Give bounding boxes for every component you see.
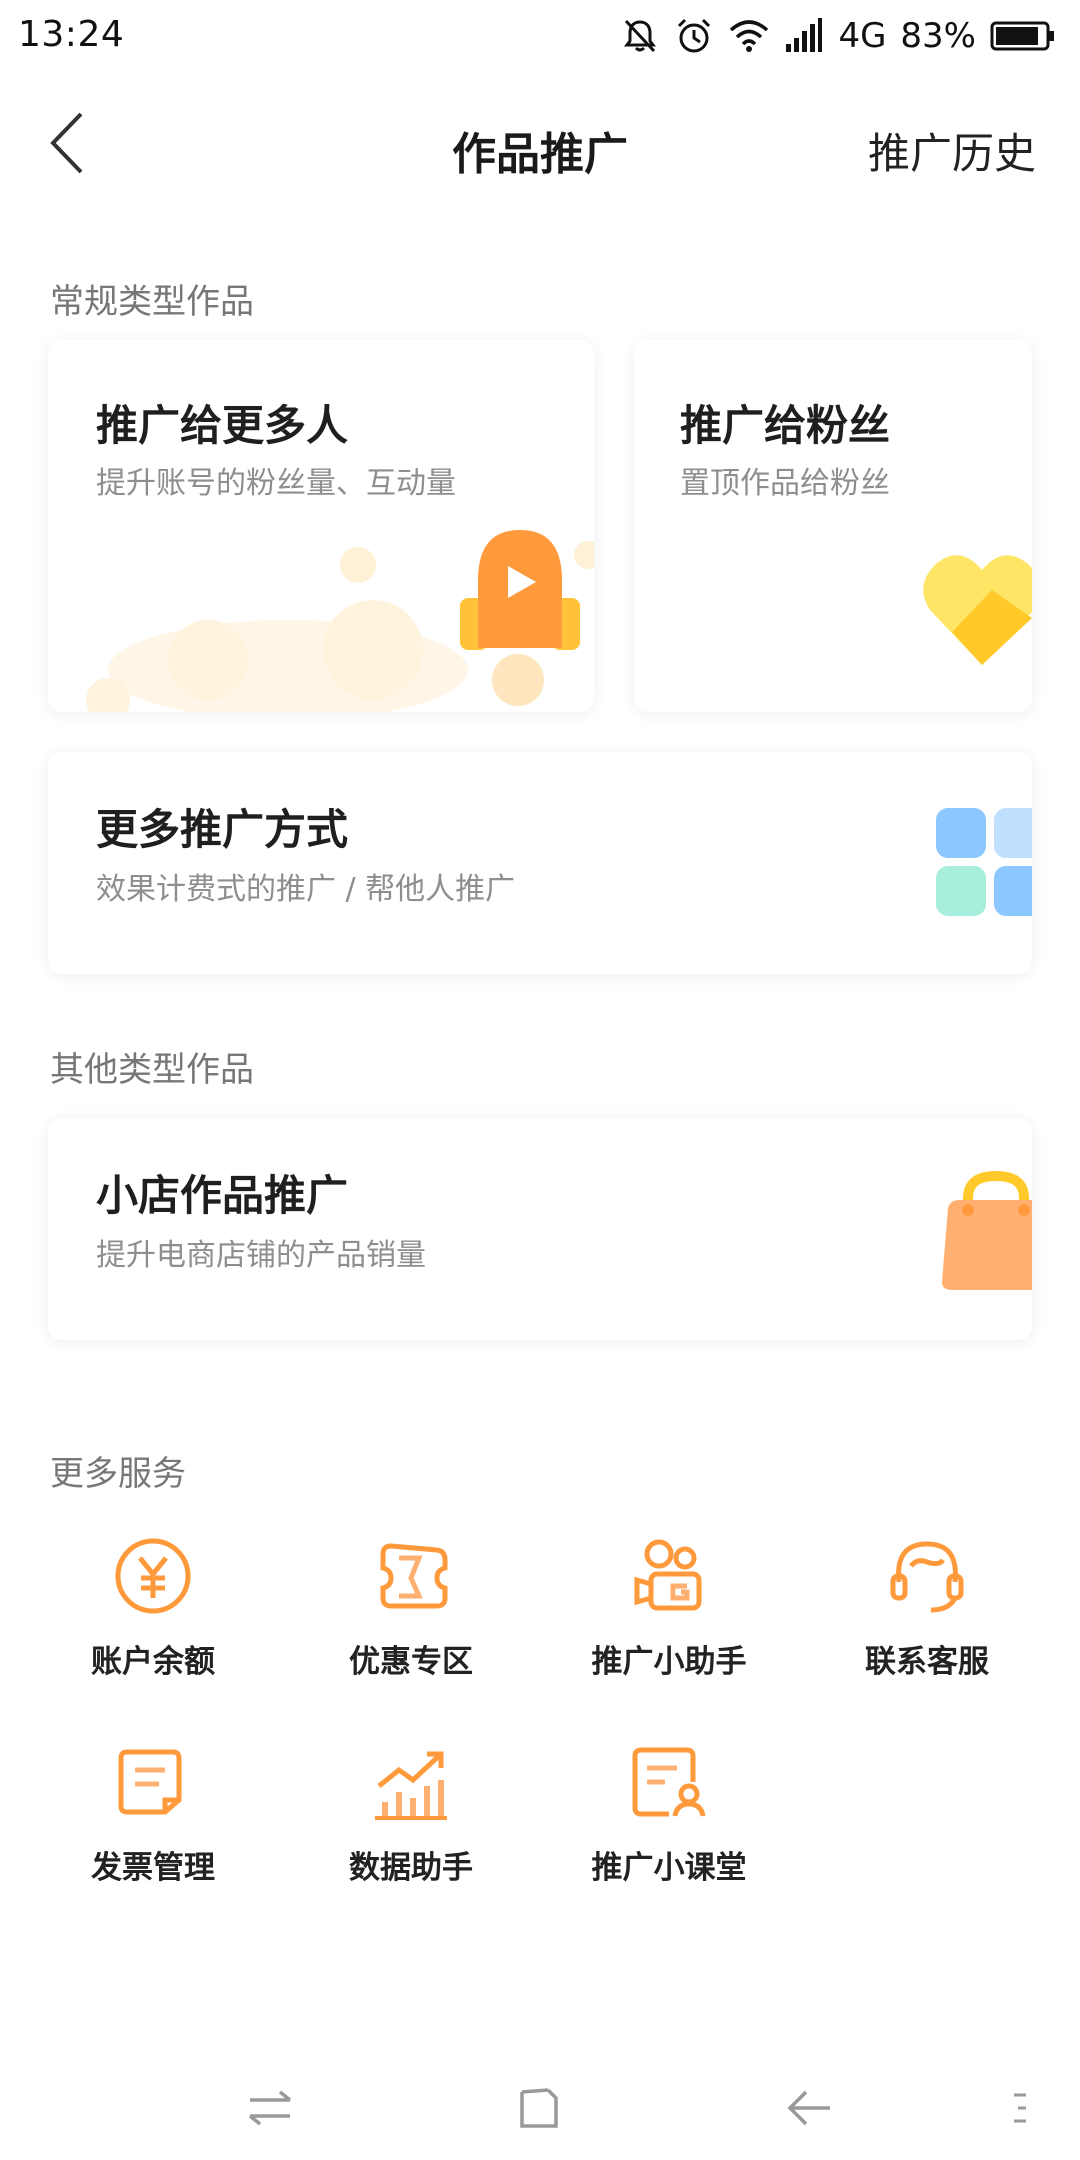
more-promotion-methods-card[interactable]: 更多推广方式 效果计费式的推广 / 帮他人推广 [48, 752, 1032, 974]
service-label: 发票管理 [91, 1850, 215, 1886]
service-label: 联系客服 [865, 1644, 989, 1680]
service-promotion-assistant[interactable]: 推广小助手 [540, 1536, 798, 1696]
promote-to-fans-card[interactable]: 推广给粉丝 置顶作品给粉丝 [634, 340, 1032, 712]
invoice-icon [113, 1742, 193, 1822]
back-arrow-icon [786, 2088, 834, 2132]
rocket-icon [460, 530, 580, 660]
bell-off-icon [620, 16, 660, 56]
switch-arrows-icon [246, 2088, 294, 2132]
service-contact-support[interactable]: 联系客服 [798, 1536, 1056, 1696]
status-bar: 13:24 4G 83% [0, 0, 1080, 72]
section-header-regular: 常规类型作品 [50, 282, 254, 322]
yuan-icon [113, 1536, 193, 1616]
service-label: 推广小助手 [591, 1644, 747, 1680]
card-desc: 提升账号的粉丝量、互动量 [96, 466, 456, 501]
service-label: 优惠专区 [349, 1644, 473, 1680]
heart-icon [922, 540, 1032, 670]
ticket-icon [371, 1536, 451, 1616]
shop-promotion-card[interactable]: 小店作品推广 提升电商店铺的产品销量 [48, 1118, 1032, 1340]
service-label: 数据助手 [349, 1850, 473, 1886]
service-invoice-management[interactable]: 发票管理 [24, 1742, 282, 1902]
card-title: 小店作品推广 [96, 1171, 349, 1220]
shopping-bag-icon [940, 1170, 1032, 1294]
system-navigation-bar [0, 2050, 1080, 2160]
service-data-assistant[interactable]: 数据助手 [282, 1742, 540, 1902]
card-desc: 提升电商店铺的产品销量 [96, 1238, 426, 1273]
service-promotion-classroom[interactable]: 推广小课堂 [540, 1742, 798, 1902]
menu-lines-icon [1010, 2090, 1030, 2130]
section-header-other: 其他类型作品 [50, 1050, 254, 1090]
status-icons: 4G 83% [620, 10, 1056, 62]
battery-icon [990, 20, 1056, 52]
system-back-button[interactable] [780, 2080, 840, 2140]
alarm-icon [674, 16, 714, 56]
square-icon [518, 2086, 562, 2134]
card-desc: 置顶作品给粉丝 [680, 466, 890, 501]
promotion-history-link[interactable]: 推广历史 [868, 120, 1036, 181]
headset-icon [887, 1536, 967, 1616]
nav-bar: 作品推广 推广历史 [0, 90, 1080, 200]
wifi-icon [728, 18, 770, 54]
home-button[interactable] [510, 2080, 570, 2140]
card-title: 更多推广方式 [96, 805, 349, 854]
chart-icon [371, 1742, 451, 1822]
service-discount-zone[interactable]: 优惠专区 [282, 1536, 540, 1696]
grid-icon [936, 808, 1032, 920]
assistant-icon [629, 1536, 709, 1616]
recent-apps-button[interactable] [240, 2080, 300, 2140]
battery-percent: 83% [900, 16, 976, 56]
service-account-balance[interactable]: 账户余额 [24, 1536, 282, 1696]
service-label: 账户余额 [91, 1644, 215, 1680]
network-type: 4G [838, 16, 887, 56]
section-header-services: 更多服务 [50, 1454, 186, 1494]
promote-to-more-card[interactable]: 推广给更多人 提升账号的粉丝量、互动量 [48, 340, 594, 712]
card-title: 推广给更多人 [96, 401, 349, 450]
card-title: 推广给粉丝 [680, 401, 891, 450]
signal-icon [784, 18, 824, 54]
card-desc: 效果计费式的推广 / 帮他人推广 [96, 872, 516, 907]
menu-button[interactable] [1000, 2080, 1040, 2140]
service-label: 推广小课堂 [591, 1850, 747, 1886]
status-time: 13:24 [18, 14, 125, 55]
classroom-icon [629, 1742, 709, 1822]
